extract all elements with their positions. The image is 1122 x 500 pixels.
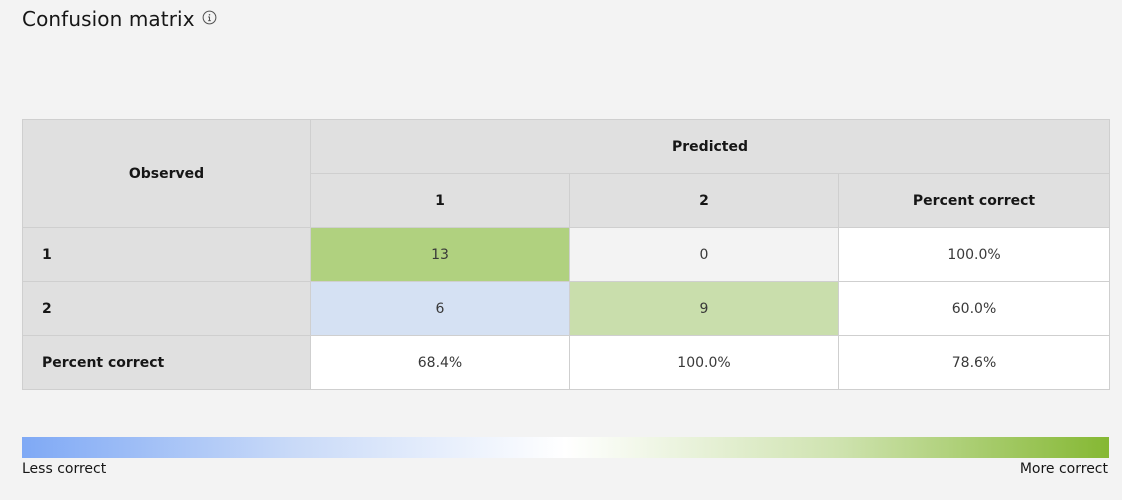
confusion-matrix-table: Observed Predicted 1 2 Percent correct 1…	[22, 119, 1111, 390]
legend-more-label: More correct	[1019, 461, 1108, 477]
percent-correct-cell: 100.0%	[569, 335, 839, 390]
column-header: 1	[310, 173, 570, 228]
row-header: 2	[22, 281, 311, 336]
column-header: Percent correct	[837, 173, 1111, 228]
predicted-header: Predicted	[309, 119, 1111, 174]
table-row: 2 6 9 60.0%	[22, 281, 1111, 336]
percent-correct-cell: 78.6%	[837, 335, 1111, 390]
matrix-cell: 0	[569, 227, 839, 282]
percent-correct-cell: 68.4%	[310, 335, 570, 390]
legend-less-label: Less correct	[22, 461, 107, 477]
matrix-cell: 6	[310, 281, 570, 336]
table-row: Percent correct 68.4% 100.0% 78.6%	[22, 335, 1111, 390]
chart-header: Confusion matrix	[22, 7, 217, 31]
percent-correct-cell: 60.0%	[837, 281, 1111, 336]
column-header: 2	[569, 173, 839, 228]
percent-correct-cell: 100.0%	[837, 227, 1111, 282]
chart-title: Confusion matrix	[22, 7, 195, 31]
row-header: Percent correct	[22, 335, 311, 390]
info-icon[interactable]	[202, 10, 217, 25]
matrix-cell: 13	[310, 227, 570, 282]
matrix-cell: 9	[569, 281, 839, 336]
table-row: 1 13 0 100.0%	[22, 227, 1111, 282]
row-header: 1	[22, 227, 311, 282]
color-scale-bar	[22, 437, 1109, 458]
observed-header: Observed	[22, 119, 311, 228]
